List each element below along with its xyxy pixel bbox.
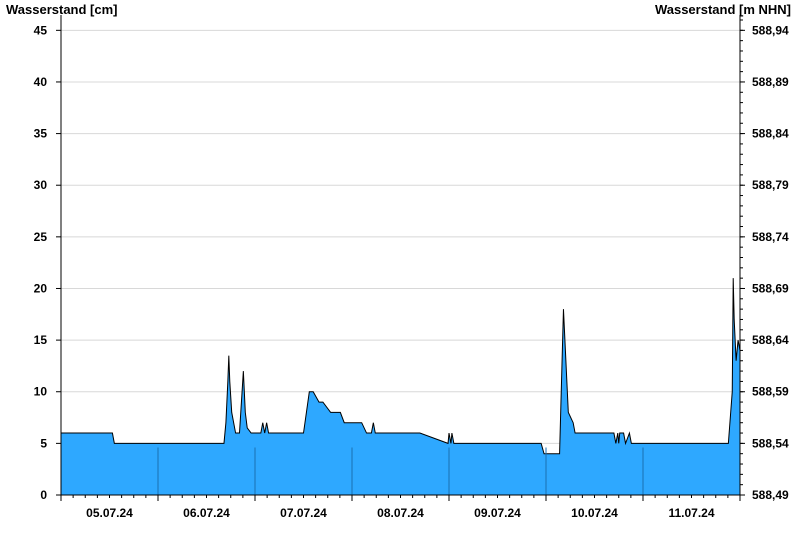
left-y-tick-label: 10 bbox=[34, 385, 48, 399]
x-tick-label: 11.07.24 bbox=[668, 506, 714, 520]
x-tick-label: 08.07.24 bbox=[377, 506, 424, 520]
water-level-area bbox=[61, 278, 740, 495]
water-level-line bbox=[61, 278, 741, 455]
right-y-tick-label: 588,54 bbox=[752, 436, 789, 450]
right-axis-title: Wasserstand [m NHN] bbox=[655, 2, 791, 17]
x-tick-label: 07.07.24 bbox=[280, 506, 327, 520]
right-y-tick-label: 588,49 bbox=[752, 488, 789, 502]
grid-lines bbox=[61, 29, 740, 444]
right-y-tick-label: 588,79 bbox=[752, 178, 789, 192]
x-tick-label: 06.07.24 bbox=[183, 506, 230, 520]
right-y-tick-label: 588,94 bbox=[752, 23, 789, 37]
right-y-tick-label: 588,69 bbox=[752, 281, 789, 295]
right-y-tick-label: 588,84 bbox=[752, 127, 789, 141]
right-y-tick-label: 588,59 bbox=[752, 385, 789, 399]
left-y-tick-label: 15 bbox=[34, 333, 48, 347]
left-y-tick-label: 30 bbox=[34, 178, 48, 192]
right-y-tick-label: 588,64 bbox=[752, 333, 789, 347]
right-y-tick-label: 588,89 bbox=[752, 75, 789, 89]
left-y-tick-label: 5 bbox=[40, 436, 47, 450]
right-y-tick-label: 588,74 bbox=[752, 230, 789, 244]
water-level-chart: 0 588,49 5 588,54 10 588,59 15 588,64 20 588,69 25… bbox=[6, 2, 791, 520]
left-axis-title: Wasserstand [cm] bbox=[6, 2, 118, 17]
left-y-tick-label: 35 bbox=[34, 127, 48, 141]
left-y-tick-label: 25 bbox=[34, 230, 48, 244]
x-tick-label: 05.07.24 bbox=[86, 506, 133, 520]
left-y-tick-label: 0 bbox=[40, 488, 47, 502]
x-tick-label: 10.07.24 bbox=[571, 506, 618, 520]
left-y-tick-label: 20 bbox=[34, 281, 48, 295]
water-level-series bbox=[61, 278, 741, 495]
left-y-tick-label: 45 bbox=[34, 23, 48, 37]
left-y-tick-label: 40 bbox=[34, 75, 48, 89]
x-tick-label: 09.07.24 bbox=[474, 506, 521, 520]
